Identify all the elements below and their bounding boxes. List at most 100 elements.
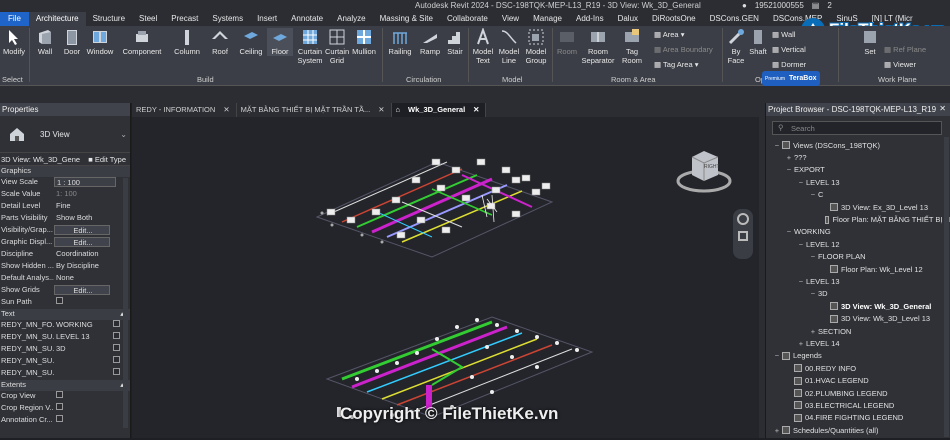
cart-icon[interactable]: ▤ [812,1,820,10]
by-face-button[interactable]: By Face [724,28,748,65]
property-value[interactable]: 3D [54,344,113,356]
browser-tree-item[interactable]: − FLOOR PLAN [766,251,950,263]
area-boundary-button[interactable]: ▦ Area Boundary [654,45,713,54]
terabox-badge[interactable]: Premium TeraBox [762,71,820,86]
checkbox[interactable] [113,320,120,327]
ribbon-tab-analyze[interactable]: Analyze [330,12,372,26]
collapse-icon[interactable]: − [796,240,806,249]
ribbon-tab-collaborate[interactable]: Collaborate [440,12,495,26]
checkbox[interactable] [113,332,120,339]
ribbon-tab-insert[interactable]: Insert [250,12,284,26]
zoom-icon[interactable] [738,231,748,241]
user-id[interactable]: 19521000555 [755,1,804,10]
checkbox[interactable] [56,297,63,304]
document-tab[interactable]: MẶT BẰNG THIẾT BỊ MẶT TRẦN TẦ... ✕ [237,103,392,117]
door-button[interactable]: Door [60,28,84,56]
browser-tree-item[interactable]: − EXPORT [766,164,950,176]
document-tab[interactable]: REDY - INFORMATION ✕ [132,103,237,117]
model-line-button[interactable]: Model Line [497,28,521,65]
wall-button[interactable]: Wall [35,28,55,56]
window-button[interactable]: Window [85,28,115,56]
ribbon-tab-add-ins[interactable]: Add-Ins [569,12,611,26]
browser-tree-item[interactable]: − C [766,189,950,201]
ramp-button[interactable]: Ramp [418,28,442,56]
navigation-bar[interactable] [733,209,753,259]
collapse-icon[interactable]: − [808,190,818,199]
checkbox[interactable] [56,403,63,410]
floor-button[interactable]: Floor [267,28,293,56]
ribbon-tab-massing-site[interactable]: Massing & Site [373,12,440,26]
stair-button[interactable]: Stair [444,28,466,56]
collapse-icon[interactable]: − [796,277,806,286]
ribbon-tab-architecture[interactable]: Architecture [28,12,86,26]
wall-opening-button[interactable]: ▦ Wall [772,30,795,39]
close-tab-icon[interactable]: ✕ [378,105,384,117]
ref-plane-button[interactable]: ▦ Ref Plane [884,45,926,54]
property-value[interactable]: 1 : 100 [54,177,116,187]
browser-tree-item[interactable]: Floor Plan: MẶT BẰNG THIẾT BỊ N [766,213,950,225]
component-button[interactable]: Component [120,28,164,56]
ceiling-button[interactable]: Ceiling [237,28,265,56]
ribbon-tab-file[interactable]: File [0,12,29,26]
curtain-system-button[interactable]: Curtain System [296,28,324,65]
close-icon[interactable]: ✕ [939,104,946,113]
ribbon-tab-systems[interactable]: Systems [205,12,250,26]
property-value[interactable]: LEVEL 13 [54,332,113,344]
property-value[interactable] [54,368,113,380]
collapse-icon[interactable]: − [796,178,806,187]
browser-tree-item[interactable]: − Legends [766,350,950,362]
view-selector[interactable]: 3D View: Wk_3D_Gene [0,155,88,164]
ribbon-tab-structure[interactable]: Structure [86,12,132,26]
ribbon-tab-steel[interactable]: Steel [132,12,164,26]
browser-tree-item[interactable]: 04.FIRE FIGHTING LEGEND [766,412,950,424]
mullion-button[interactable]: Mullion [350,28,378,56]
curtain-grid-button[interactable]: Curtain Grid [325,28,349,65]
browser-tree-item[interactable]: 3D View: Ex_3D_Level 13 [766,201,950,213]
model-text-button[interactable]: Model Text [471,28,495,65]
close-tab-icon[interactable]: ✕ [473,105,479,117]
browser-tree-item[interactable]: 01.HVAC LEGEND [766,374,950,386]
ribbon-tab-view[interactable]: View [495,12,526,26]
collapse-icon[interactable]: − [784,165,794,174]
view-cube[interactable]: RIGHT [674,139,734,199]
browser-tree-item[interactable]: + Schedules/Quantities (all) [766,424,950,436]
browser-tree-item[interactable]: 3D View: Wk_3D_General [766,300,950,312]
ribbon-tab-manage[interactable]: Manage [526,12,569,26]
expand-icon[interactable]: + [784,153,794,162]
checkbox[interactable] [113,356,120,363]
section-extents[interactable]: Extents▴ [0,380,130,391]
ribbon-tab-dscons-gen[interactable]: DSCons.GEN [703,12,766,26]
property-value[interactable] [54,356,113,368]
browser-tree-item[interactable]: + LEVEL 14 [766,337,950,349]
area-button[interactable]: ▦ Area ▾ [654,30,684,39]
3d-view-canvas[interactable]: RIGHT [132,117,765,438]
user-area[interactable]: ● 19521000555 ▤ 2 [742,1,832,10]
modify-button[interactable]: Modify [2,28,26,56]
browser-tree-item[interactable]: 03.ELECTRICAL LEGEND [766,399,950,411]
tag-room-button[interactable]: Tag Room [620,28,644,65]
expand-icon[interactable]: + [772,426,782,435]
model-group-button[interactable]: Model Group [523,28,549,65]
browser-search-input[interactable]: ⚲ Search [772,121,942,135]
properties-scrollbar[interactable] [123,178,128,428]
browser-tree-item[interactable]: 02.PLUMBING LEGEND [766,387,950,399]
browser-tree-item[interactable]: − Views (DSCons_198TQK) [766,139,950,151]
edit-type-button[interactable]: ■ Edit Type [88,155,130,164]
checkbox[interactable] [56,391,63,398]
browser-tree-item[interactable]: −3D [766,288,950,300]
dormer-button[interactable]: ▦ Dormer [772,60,806,69]
checkbox[interactable] [113,368,120,375]
expand-icon[interactable]: + [796,339,806,348]
vertical-opening-button[interactable]: ▦ Vertical [772,45,806,54]
room-button[interactable]: Room [555,28,579,56]
viewer-button[interactable]: ▦ Viewer [884,60,916,69]
browser-tree-item[interactable]: 00.REDY INFO [766,362,950,374]
checkbox[interactable] [56,415,63,422]
expand-icon[interactable]: + [808,327,818,336]
checkbox[interactable] [113,344,120,351]
browser-tree-item[interactable]: − LEVEL 13 [766,275,950,287]
browser-tree-item[interactable]: − LEVEL 12 [766,238,950,250]
section-text[interactable]: Text▴ [0,309,130,320]
close-tab-icon[interactable]: ✕ [223,105,229,117]
edit-button[interactable]: Edit... [54,225,110,235]
